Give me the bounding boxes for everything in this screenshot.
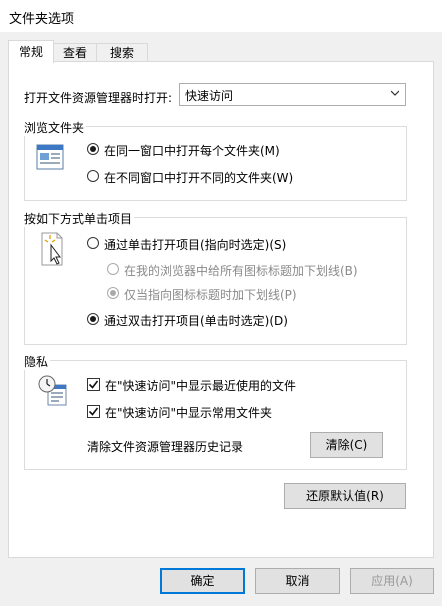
apply-button[interactable]: 应用(A) bbox=[350, 568, 434, 594]
open-in-select[interactable]: 快速访问 bbox=[179, 83, 406, 106]
new-window-label: 在不同窗口中打开不同的文件夹(W) bbox=[104, 171, 294, 185]
open-in-label: 打开文件资源管理器时打开: bbox=[24, 91, 173, 105]
cancel-button[interactable]: 取消 bbox=[255, 568, 340, 594]
privacy-group: 隐私 在"快速访问"中显示最近使用的文件 在"快速访问"中显示常用文件夹 清除文… bbox=[24, 353, 407, 470]
checkmark-icon bbox=[88, 407, 99, 416]
ok-button[interactable]: 确定 bbox=[160, 568, 245, 594]
new-window-radio[interactable] bbox=[87, 170, 99, 182]
tab-search[interactable]: 搜索 bbox=[96, 43, 148, 62]
show-frequent-checkbox[interactable] bbox=[87, 405, 100, 418]
single-click-label: 通过单击打开项目(指向时选定)(S) bbox=[104, 238, 287, 252]
underline-point-radio[interactable] bbox=[107, 287, 119, 299]
single-click-radio[interactable] bbox=[87, 237, 99, 249]
browse-folders-title: 浏览文件夹 bbox=[24, 119, 87, 136]
clear-history-label: 清除文件资源管理器历史记录 bbox=[87, 440, 244, 454]
restore-defaults-button[interactable]: 还原默认值(R) bbox=[284, 483, 406, 509]
tab-general[interactable]: 常规 bbox=[8, 40, 54, 63]
show-frequent-label: 在"快速访问"中显示常用文件夹 bbox=[105, 406, 273, 420]
title-bar: 文件夹选项 bbox=[0, 0, 442, 32]
checkmark-icon bbox=[88, 380, 99, 389]
open-in-value: 快速访问 bbox=[185, 89, 234, 103]
chevron-down-icon bbox=[391, 90, 399, 96]
privacy-title: 隐私 bbox=[24, 353, 51, 370]
click-items-title: 按如下方式单击项目 bbox=[24, 210, 135, 227]
browse-folders-group: 浏览文件夹 在同一窗口中打开每个文件夹(M) 在不同窗口中打开不同的文件夹(W) bbox=[24, 119, 407, 201]
window-title: 文件夹选项 bbox=[9, 12, 75, 27]
show-recent-checkbox[interactable] bbox=[87, 378, 100, 391]
pointer-file-icon bbox=[41, 232, 63, 266]
double-click-label: 通过双击打开项目(单击时选定)(D) bbox=[104, 314, 288, 328]
general-panel: 打开文件资源管理器时打开: 快速访问 浏览文件夹 在同一窗口中打开每个文件夹(M… bbox=[8, 61, 434, 558]
tab-view[interactable]: 查看 bbox=[52, 43, 98, 62]
underline-all-label: 在我的浏览器中给所有图标标题加下划线(B) bbox=[124, 264, 358, 278]
click-items-group: 按如下方式单击项目 通过单击打开项目(指向时选定)(S) 在我的浏览器中给所有图… bbox=[24, 210, 407, 345]
clock-document-icon bbox=[38, 375, 67, 406]
show-recent-label: 在"快速访问"中显示最近使用的文件 bbox=[105, 379, 297, 393]
window-icon bbox=[36, 144, 64, 170]
clear-button[interactable]: 清除(C) bbox=[310, 432, 383, 458]
double-click-radio[interactable] bbox=[87, 313, 99, 325]
same-window-label: 在同一窗口中打开每个文件夹(M) bbox=[104, 144, 280, 158]
underline-all-radio[interactable] bbox=[107, 263, 119, 275]
same-window-radio[interactable] bbox=[87, 143, 99, 155]
underline-point-label: 仅当指向图标标题时加下划线(P) bbox=[124, 288, 297, 302]
